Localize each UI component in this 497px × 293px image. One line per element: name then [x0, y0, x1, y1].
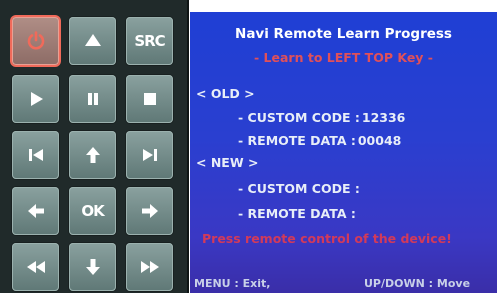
footer-menu-exit: MENU : Exit, [194, 277, 271, 290]
arrow-up-icon [85, 147, 100, 163]
learn-subtitle: - Learn to LEFT TOP Key - [254, 50, 433, 65]
old-remote-data: - REMOTE DATA :00048 [238, 133, 401, 148]
fast-forward-button[interactable] [126, 243, 173, 291]
previous-track-button[interactable] [12, 131, 59, 179]
old-remote-data-label: - REMOTE DATA : [238, 133, 356, 148]
up-button[interactable] [69, 131, 116, 179]
old-section-header: < OLD > [196, 86, 255, 101]
rewind-button[interactable] [12, 243, 59, 291]
new-remote-data-label: - REMOTE DATA : [238, 206, 356, 221]
ok-label: OK [81, 202, 104, 220]
press-remote-notice: Press remote control of the device! [202, 231, 452, 246]
navi-screen: Navi Remote Learn Progress - Learn to LE… [190, 12, 497, 293]
ok-button[interactable]: OK [69, 187, 116, 235]
left-button[interactable] [12, 187, 59, 235]
old-remote-data-value: 00048 [357, 133, 402, 148]
page-title: Navi Remote Learn Progress [235, 26, 452, 42]
right-button[interactable] [126, 187, 173, 235]
src-label: SRC [134, 32, 165, 50]
arrow-left-icon [27, 204, 44, 218]
power-button[interactable] [12, 17, 59, 65]
pause-icon [87, 93, 98, 105]
new-section-header: < NEW > [196, 155, 259, 170]
eject-icon [84, 34, 101, 46]
pause-button[interactable] [69, 75, 116, 123]
next-track-button[interactable] [126, 131, 173, 179]
src-button[interactable]: SRC [126, 17, 173, 65]
arrow-down-icon [85, 259, 100, 275]
rewind-icon [26, 261, 45, 273]
skip-back-icon [28, 149, 43, 161]
footer-up-down-move: UP/DOWN : Move [364, 277, 471, 290]
arrow-right-icon [141, 204, 158, 218]
old-custom-code-label: - CUSTOM CODE : [238, 110, 360, 125]
play-button[interactable] [12, 75, 59, 123]
new-remote-data: - REMOTE DATA : [238, 206, 356, 221]
new-custom-code-label: - CUSTOM CODE : [238, 181, 360, 196]
old-custom-code: - CUSTOM CODE :12336 [238, 110, 405, 125]
remote-keypad: SRC OK [0, 0, 189, 293]
power-icon [27, 31, 44, 50]
stop-button[interactable] [126, 75, 173, 123]
down-button[interactable] [69, 243, 116, 291]
fast-forward-icon [140, 261, 159, 273]
play-icon [30, 92, 43, 106]
stop-icon [143, 93, 156, 105]
old-custom-code-value: 12336 [361, 110, 406, 125]
new-custom-code: - CUSTOM CODE : [238, 181, 360, 196]
skip-forward-icon [142, 149, 157, 161]
eject-button[interactable] [69, 17, 116, 65]
